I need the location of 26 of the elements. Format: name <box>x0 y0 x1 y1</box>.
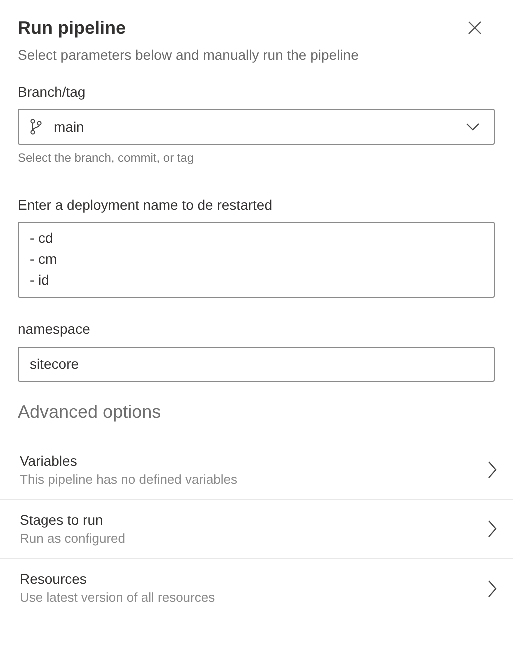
panel-subtitle: Select parameters below and manually run the pipeline <box>17 46 360 65</box>
option-row[interactable]: Variables This pipeline has no defined variables <box>0 441 513 500</box>
option-title: Stages to run <box>20 510 104 530</box>
field-label: Branch/tag <box>18 83 87 102</box>
field-label: namespace <box>18 320 92 339</box>
section-heading: Advanced options <box>17 401 162 424</box>
chevron-right-icon <box>488 580 497 598</box>
option-title: Variables <box>20 452 78 470</box>
option-description: Use latest version of all resources <box>20 589 216 607</box>
option-row[interactable]: Stages to run Run as configured <box>0 500 513 559</box>
branch-dropdown[interactable]: main <box>18 109 495 145</box>
option-description: Run as configured <box>20 530 127 548</box>
close-icon <box>468 21 482 35</box>
namespace-input[interactable]: sitecore <box>18 347 495 382</box>
deployment-textarea[interactable]: - cd - cm - id <box>18 222 495 298</box>
branch-icon <box>30 119 42 135</box>
chevron-right-icon <box>488 520 497 538</box>
option-row[interactable]: Resources Use latest version of all resources <box>0 559 513 618</box>
field-label: Enter a deployment name to de restarted <box>18 196 274 215</box>
option-title: Resources <box>20 570 88 589</box>
branch-value: main <box>54 118 86 136</box>
chevron-right-icon <box>488 461 497 479</box>
chevron-down-icon <box>466 123 480 131</box>
option-description: This pipeline has no defined variables <box>20 470 239 488</box>
panel-title: Run pipeline <box>18 17 126 40</box>
field-hint: Select the branch, commit, or tag <box>18 150 196 166</box>
